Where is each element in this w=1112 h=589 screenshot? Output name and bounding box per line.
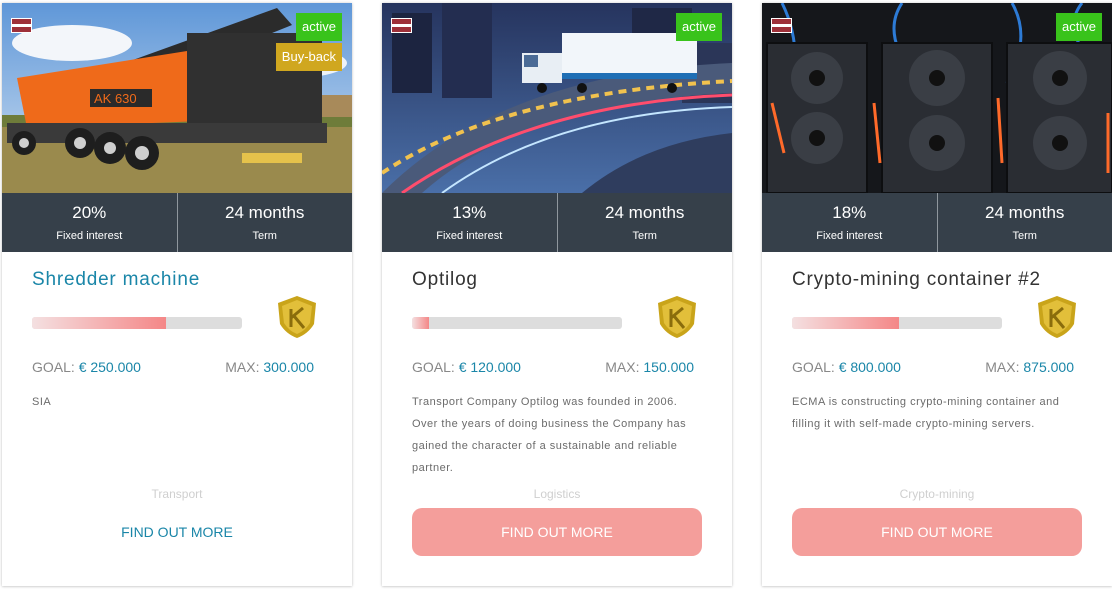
project-photo[interactable]: AK 630 active Buy-back xyxy=(2,3,352,193)
term-stat: 24 months Term xyxy=(176,193,353,252)
project-photo[interactable]: active xyxy=(762,3,1112,193)
funding-progress-bar xyxy=(412,317,622,329)
term-label: Term xyxy=(252,230,277,242)
goal-label: GOAL: xyxy=(412,359,455,375)
k-shield-icon xyxy=(278,296,316,338)
term-stat: 24 months Term xyxy=(936,193,1112,252)
latvia-flag-icon xyxy=(771,18,792,33)
k-shield-icon xyxy=(658,296,696,338)
project-photo[interactable]: active xyxy=(382,3,732,193)
funding-progress-bar xyxy=(792,317,1002,329)
max-value: 875.000 xyxy=(1023,359,1074,375)
latvia-flag-icon xyxy=(391,18,412,33)
project-card[interactable]: AK 630 active Buy-back 20% Fixed interes… xyxy=(2,3,352,586)
interest-label: Fixed interest xyxy=(816,230,883,242)
term-label: Term xyxy=(632,230,657,242)
stats-bar: 13% Fixed interest 24 months Term xyxy=(382,193,732,252)
term-value: 24 months xyxy=(225,203,305,222)
project-card[interactable]: active 13% Fixed interest 24 months Term… xyxy=(382,3,732,586)
buyback-badge: Buy-back xyxy=(275,43,342,71)
term-stat: 24 months Term xyxy=(556,193,733,252)
max-value: 300.000 xyxy=(263,359,314,375)
project-category: Crypto-mining xyxy=(899,487,975,501)
goal-value: € 800.000 xyxy=(838,359,901,375)
term-value: 24 months xyxy=(605,203,685,222)
project-card[interactable]: active 18% Fixed interest 24 months Term… xyxy=(762,3,1112,586)
goal-amount: GOAL: € 250.000 xyxy=(32,359,141,375)
project-title-link[interactable]: Shredder machine xyxy=(32,269,200,291)
stats-bar: 20% Fixed interest 24 months Term xyxy=(2,193,352,252)
status-badge: active xyxy=(1056,13,1102,41)
interest-value: 20% xyxy=(72,203,107,222)
goal-amount: GOAL: € 800.000 xyxy=(792,359,901,375)
interest-value: 13% xyxy=(452,203,487,222)
goal-label: GOAL: xyxy=(32,359,75,375)
funding-progress-fill xyxy=(412,317,429,329)
funding-progress-bar xyxy=(32,317,242,329)
max-amount: MAX: 300.000 xyxy=(225,359,314,375)
status-badge: active xyxy=(676,13,722,41)
goal-value: € 120.000 xyxy=(458,359,521,375)
project-title: Crypto-mining container #2 xyxy=(792,269,1041,290)
interest-label: Fixed interest xyxy=(436,230,503,242)
interest-stat: 20% Fixed interest xyxy=(2,193,177,252)
interest-value: 18% xyxy=(832,203,867,222)
project-description: SIA xyxy=(32,396,52,408)
find-out-more-link[interactable]: FIND OUT MORE xyxy=(32,508,322,556)
goal-amount: GOAL: € 120.000 xyxy=(412,359,521,375)
find-out-more-button[interactable]: FIND OUT MORE xyxy=(412,508,702,556)
max-label: MAX: xyxy=(985,359,1020,375)
goal-value: € 250.000 xyxy=(78,359,141,375)
project-category: Transport xyxy=(151,487,203,501)
project-category: Logistics xyxy=(533,487,581,501)
funding-progress-fill xyxy=(792,317,900,329)
svg-text:AK 630: AK 630 xyxy=(94,91,137,106)
max-label: MAX: xyxy=(225,359,260,375)
k-shield-icon xyxy=(1038,296,1076,338)
status-badge: active xyxy=(296,13,342,41)
max-amount: MAX: 150.000 xyxy=(605,359,694,375)
find-out-more-button[interactable]: FIND OUT MORE xyxy=(792,508,1082,556)
term-value: 24 months xyxy=(985,203,1065,222)
max-amount: MAX: 875.000 xyxy=(985,359,1074,375)
interest-stat: 13% Fixed interest xyxy=(382,193,557,252)
term-label: Term xyxy=(1012,230,1037,242)
latvia-flag-icon xyxy=(11,18,32,33)
max-value: 150.000 xyxy=(643,359,694,375)
stats-bar: 18% Fixed interest 24 months Term xyxy=(762,193,1112,252)
funding-progress-fill xyxy=(32,317,167,329)
interest-stat: 18% Fixed interest xyxy=(762,193,937,252)
project-description: ECMA is constructing crypto-mining conta… xyxy=(792,396,1060,430)
project-description: Transport Company Optilog was founded in… xyxy=(412,396,687,474)
max-label: MAX: xyxy=(605,359,640,375)
interest-label: Fixed interest xyxy=(56,230,123,242)
project-title: Optilog xyxy=(412,269,478,290)
goal-label: GOAL: xyxy=(792,359,835,375)
